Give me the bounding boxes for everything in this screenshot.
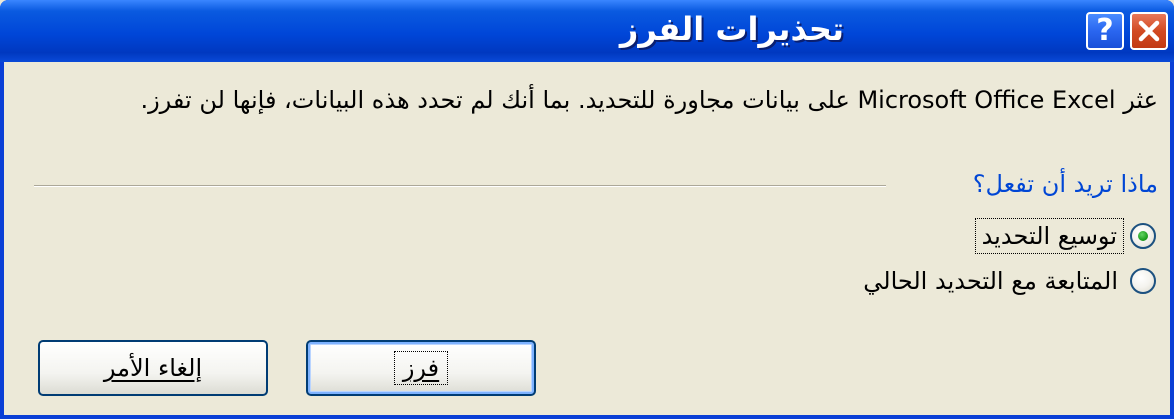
options-group-label: ماذا تريد أن تفعل؟ — [972, 170, 1158, 198]
sort-button[interactable]: فرز — [306, 340, 536, 396]
title-bar[interactable]: تحذيرات الفرز ? — [0, 0, 1174, 62]
help-button[interactable]: ? — [1086, 12, 1124, 50]
radio-label-expand[interactable]: توسيع التحديد — [974, 218, 1124, 254]
question-mark-icon: ? — [1096, 13, 1114, 48]
warning-message: عثر Microsoft Office Excel على بيانات مج… — [140, 86, 1158, 114]
group-divider — [34, 185, 886, 187]
sort-button-label: فرز — [393, 351, 449, 385]
radio-continue-current[interactable]: المتابعة مع التحديد الحالي — [857, 264, 1156, 298]
close-x-icon — [1138, 20, 1160, 42]
cancel-button-label: إلغاء الأمر — [103, 354, 203, 382]
dialog-title: تحذيرات الفرز — [619, 10, 844, 48]
sort-warning-dialog: تحذيرات الفرز ? عثر Microsoft Office Exc… — [0, 0, 1174, 419]
radio-dot — [1138, 231, 1148, 241]
radio-button-selected[interactable] — [1130, 223, 1156, 249]
close-button[interactable] — [1130, 12, 1168, 50]
cancel-button[interactable]: إلغاء الأمر — [38, 340, 268, 396]
radio-button[interactable] — [1130, 268, 1156, 294]
dialog-body: عثر Microsoft Office Excel على بيانات مج… — [4, 62, 1170, 415]
radio-label-continue[interactable]: المتابعة مع التحديد الحالي — [857, 264, 1124, 298]
radio-expand-selection[interactable]: توسيع التحديد — [974, 218, 1156, 254]
